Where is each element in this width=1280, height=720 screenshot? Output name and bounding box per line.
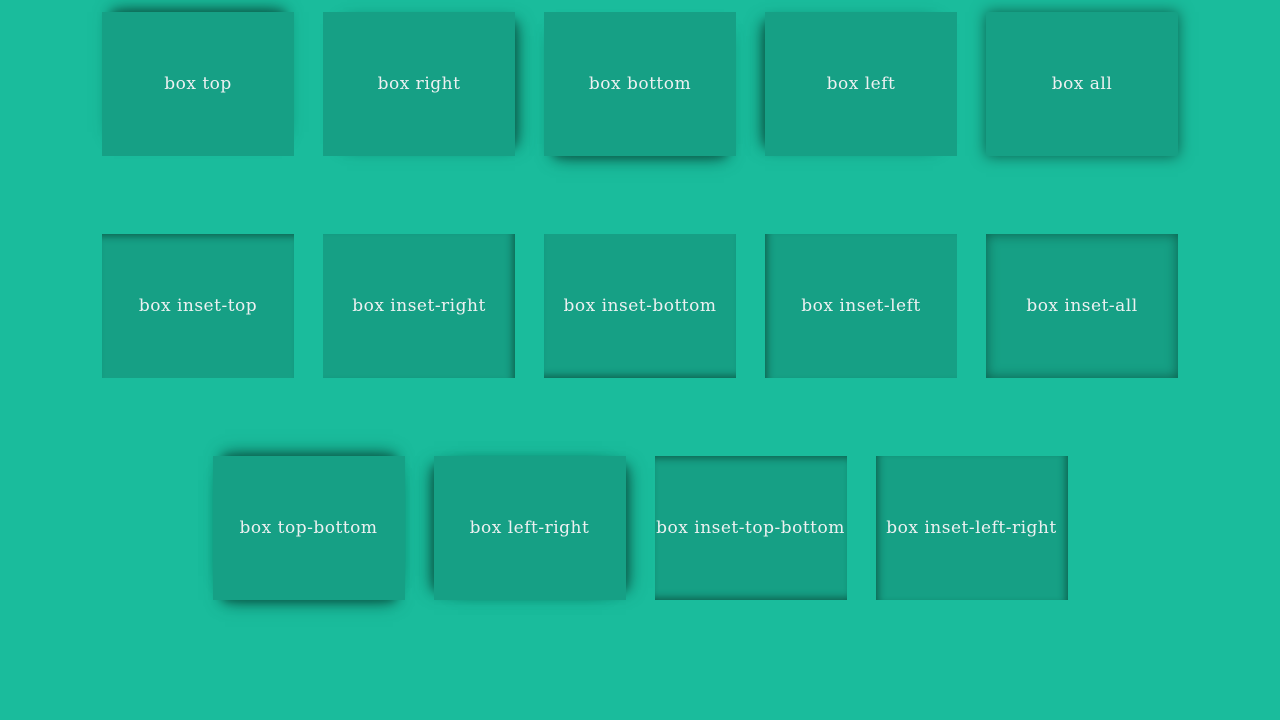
box-inset-top-bottom-label: box inset-top-bottom	[656, 518, 845, 538]
box-bottom-label: box bottom	[588, 74, 692, 94]
box-inset-left-right-label: box inset-left-right	[886, 518, 1057, 538]
box-inset-all: box inset-all	[986, 234, 1178, 378]
shadow-demo-page: box top box right box bottom box left bo…	[0, 0, 1280, 720]
box-top-label: box top	[164, 74, 232, 94]
box-inset-right: box inset-right	[323, 234, 515, 378]
box-left: box left	[765, 12, 957, 156]
box-top: box top	[102, 12, 294, 156]
outer-shadow-row: box top box right box bottom box left bo…	[0, 12, 1280, 156]
box-inset-right-label: box inset-right	[352, 296, 486, 316]
box-left-right: box left-right	[433, 456, 626, 600]
box-all: box all	[986, 12, 1178, 156]
inset-shadow-row: box inset-top box inset-right box inset-…	[0, 234, 1280, 378]
box-right-label: box right	[377, 74, 461, 94]
box-all-label: box all	[1051, 74, 1113, 94]
box-top-bottom: box top-bottom	[212, 456, 405, 600]
box-left-right-label: box left-right	[469, 518, 590, 538]
box-left-label: box left	[826, 74, 896, 94]
box-inset-bottom-label: box inset-bottom	[563, 296, 717, 316]
box-inset-left-right: box inset-left-right	[875, 456, 1068, 600]
combined-shadow-row: box top-bottom box left-right box inset-…	[0, 456, 1280, 600]
box-inset-top: box inset-top	[102, 234, 294, 378]
box-inset-left-label: box inset-left	[801, 296, 921, 316]
box-right: box right	[323, 12, 515, 156]
box-inset-bottom: box inset-bottom	[544, 234, 736, 378]
box-bottom: box bottom	[544, 12, 736, 156]
box-inset-left: box inset-left	[765, 234, 957, 378]
box-inset-top-label: box inset-top	[138, 296, 258, 316]
box-inset-all-label: box inset-all	[1026, 296, 1138, 316]
box-top-bottom-label: box top-bottom	[239, 518, 378, 538]
box-inset-top-bottom: box inset-top-bottom	[654, 456, 847, 600]
